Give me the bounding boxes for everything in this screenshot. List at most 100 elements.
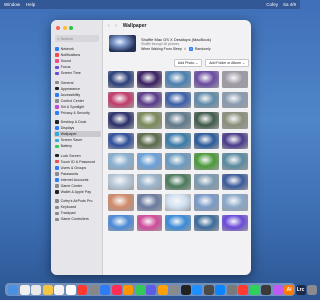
dock-app-icon[interactable] <box>88 284 99 295</box>
wallpaper-thumbnail[interactable] <box>165 91 191 108</box>
add-photo-button[interactable]: Add Photo ⌄ <box>173 59 203 67</box>
dock-app-icon[interactable] <box>238 284 248 295</box>
sidebar-item-battery[interactable]: Battery <box>54 143 101 149</box>
wallpaper-thumbnail[interactable] <box>222 153 248 170</box>
wallpaper-thumbnail[interactable] <box>108 112 134 129</box>
wallpaper-thumbnail[interactable] <box>136 71 163 88</box>
dock-app-icon[interactable]: Ai <box>284 284 294 295</box>
dock-app-icon[interactable] <box>8 284 18 295</box>
dock-app-icon[interactable] <box>192 284 202 295</box>
dock-app-icon[interactable] <box>226 284 237 295</box>
wallpaper-thumbnail[interactable] <box>136 214 163 231</box>
current-wallpaper-subtitle: Shuffle through 48 pictures <box>141 42 180 46</box>
wallpaper-thumbnail[interactable] <box>193 71 220 88</box>
wallpaper-thumbnail[interactable] <box>222 112 248 129</box>
menu-help[interactable]: Help <box>26 2 35 7</box>
sidebar-item-appearance[interactable]: Appearance <box>54 86 101 92</box>
dock-app-icon[interactable] <box>54 284 64 295</box>
dock-app-icon[interactable] <box>272 284 283 295</box>
sidebar-item-passwords[interactable]: Passwords <box>54 171 101 177</box>
wallpaper-thumbnail[interactable] <box>222 71 248 88</box>
dock-app-icon[interactable] <box>249 284 260 295</box>
dock-app-icon[interactable] <box>203 284 214 295</box>
dock-app-icon[interactable] <box>169 284 179 295</box>
wallpaper-thumbnail[interactable] <box>165 71 191 88</box>
randomly-checkbox[interactable]: ✓ <box>189 47 194 51</box>
wallpaper-thumbnail[interactable] <box>136 173 163 190</box>
wallpaper-thumbnail[interactable] <box>136 132 163 149</box>
dock-app-icon[interactable] <box>307 284 317 295</box>
wallpaper-thumbnail[interactable] <box>193 91 220 108</box>
dock-app-icon[interactable] <box>261 284 271 295</box>
dock-app-icon[interactable] <box>77 284 87 295</box>
dock-app-icon[interactable] <box>146 284 156 295</box>
dock-app-icon[interactable] <box>19 284 30 295</box>
wallpaper-thumbnail[interactable] <box>222 91 248 108</box>
dock-app-icon[interactable] <box>180 284 191 295</box>
wallpaper-thumbnail[interactable] <box>108 71 134 88</box>
sidebar-item-lock-screen[interactable]: Lock Screen <box>54 153 101 159</box>
sidebar-item-label: Notifications <box>60 53 81 58</box>
dock-app-icon[interactable] <box>111 284 122 295</box>
sidebar-item-general[interactable]: General <box>54 79 101 85</box>
sidebar-item-accessibility[interactable]: Accessibility <box>54 92 101 98</box>
dock-app-icon[interactable] <box>31 284 41 295</box>
wallpaper-thumbnail[interactable] <box>108 194 134 211</box>
wallpaper-thumbnail[interactable] <box>193 194 220 211</box>
wallpaper-thumbnail[interactable] <box>193 214 220 231</box>
search-placeholder: Search <box>60 36 74 41</box>
dock-app-icon[interactable] <box>42 284 53 295</box>
forward-button[interactable]: › <box>115 23 117 29</box>
current-wallpaper: Shuffle Mac OS X Desktops (MacBook) Shuf… <box>109 35 249 57</box>
wallpaper-thumbnail[interactable] <box>108 214 134 231</box>
wallpaper-thumbnail[interactable] <box>108 132 134 149</box>
wallpaper-thumbnail[interactable] <box>193 132 220 149</box>
sidebar-item-privacy-security[interactable]: Privacy & Security <box>54 110 101 116</box>
menubar-clock[interactable]: Sa 4/9 <box>283 2 296 7</box>
wallpaper-thumbnail[interactable] <box>136 194 163 211</box>
menu-window[interactable]: Window <box>4 2 20 7</box>
wallpaper-thumbnail[interactable] <box>108 91 134 108</box>
menubar-user[interactable]: Cofey <box>266 2 278 7</box>
wallpaper-thumbnail[interactable] <box>165 214 191 231</box>
wallpaper-thumbnail[interactable] <box>165 194 191 211</box>
wallpaper-thumbnail[interactable] <box>222 194 248 211</box>
sidebar-item-control-center[interactable]: Control Center <box>54 98 101 104</box>
sidebar-item-game-controllers[interactable]: Game Controllers <box>54 216 101 222</box>
zoom-button[interactable] <box>69 26 73 30</box>
wallpaper-thumbnail[interactable] <box>108 153 134 170</box>
sidebar-item-label: Displays <box>60 126 75 131</box>
sidebar-item-wallet-apple-pay[interactable]: Wallet & Apple Pay <box>54 189 101 195</box>
wallpaper-thumbnail[interactable] <box>165 112 191 129</box>
wallpaper-thumbnail[interactable] <box>165 153 191 170</box>
sidebar-item-screen-time[interactable]: Screen Time <box>54 70 101 76</box>
back-button[interactable]: ‹ <box>108 23 110 29</box>
wallpaper-thumbnail[interactable] <box>136 91 163 108</box>
wallpaper-thumbnail[interactable] <box>108 173 134 190</box>
shuffle-frequency-select[interactable]: When Waking From Sleep <box>141 47 182 51</box>
dock-app-icon[interactable]: Lrc <box>295 284 306 295</box>
dock-app-icon[interactable] <box>65 284 76 295</box>
add-folder-button[interactable]: Add Folder or Album ⌄ <box>205 59 249 67</box>
dock-app-icon[interactable] <box>134 284 145 295</box>
sidebar-item-users-groups[interactable]: Users & Groups <box>54 165 101 171</box>
wallpaper-thumbnail[interactable] <box>136 153 163 170</box>
dock-app-icon[interactable] <box>157 284 168 295</box>
wallpaper-thumbnail[interactable] <box>222 173 248 190</box>
search-input[interactable]: ⌕ Search <box>55 35 99 42</box>
wallpaper-thumbnail[interactable] <box>136 112 163 129</box>
wallpaper-thumbnail[interactable] <box>165 132 191 149</box>
minimize-button[interactable] <box>62 26 67 30</box>
wallpaper-thumbnail[interactable] <box>193 153 220 170</box>
settings-pane-icon <box>55 120 59 124</box>
close-button[interactable] <box>56 26 60 30</box>
sidebar-item-touch-id-password[interactable]: Touch ID & Password <box>54 159 101 165</box>
wallpaper-thumbnail[interactable] <box>165 173 191 190</box>
dock-app-icon[interactable] <box>123 284 133 295</box>
wallpaper-thumbnail[interactable] <box>193 112 220 129</box>
wallpaper-thumbnail[interactable] <box>193 173 220 190</box>
dock-app-icon[interactable] <box>215 284 225 295</box>
wallpaper-thumbnail[interactable] <box>222 214 248 231</box>
dock-app-icon[interactable] <box>100 284 110 295</box>
wallpaper-thumbnail[interactable] <box>222 132 248 149</box>
